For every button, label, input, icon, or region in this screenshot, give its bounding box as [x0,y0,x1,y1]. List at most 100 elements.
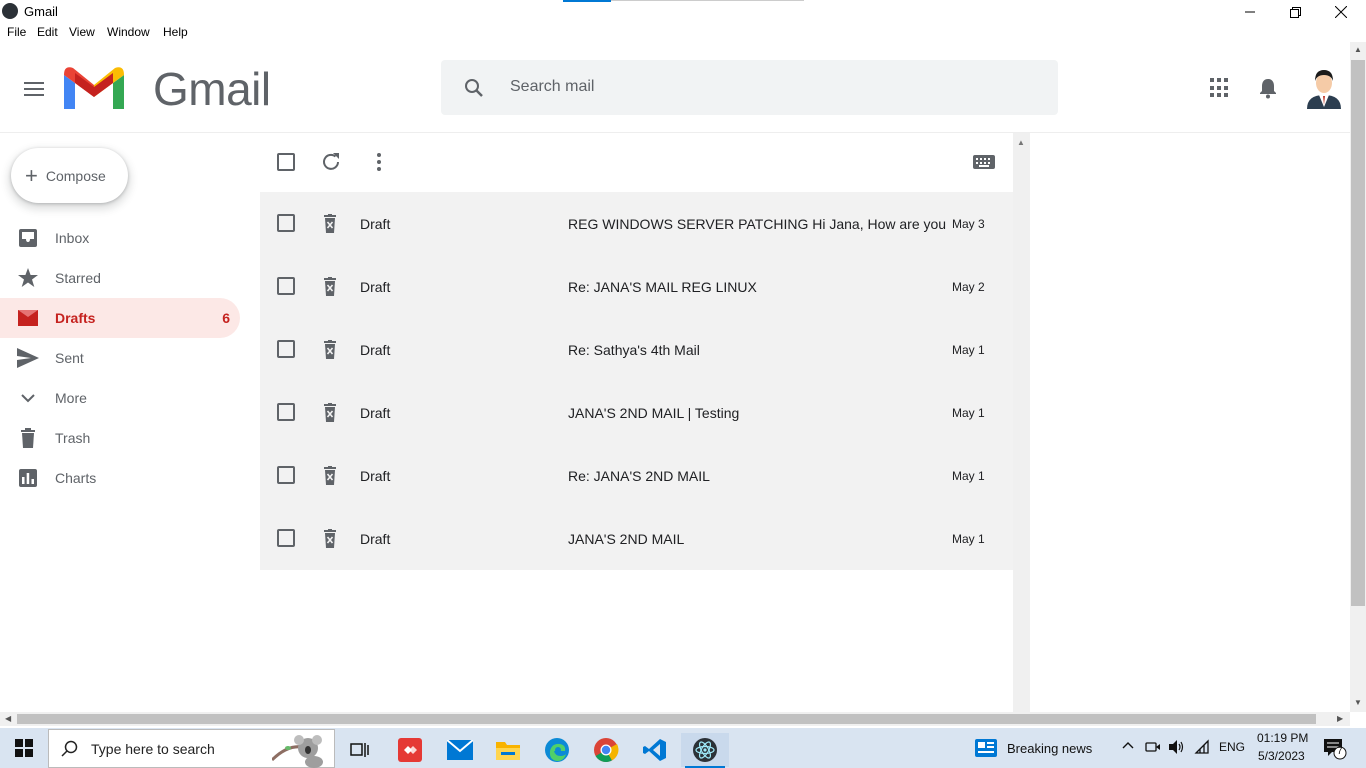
scroll-up-arrow-icon[interactable]: ▲ [1017,138,1025,147]
sidebar-item-trash[interactable]: Trash [0,418,240,458]
network-icon[interactable] [1194,739,1210,758]
chevron-down-icon [21,394,35,403]
gmail-logo-text: Gmail [153,63,271,115]
main-menu-button[interactable] [22,78,46,98]
sidebar-item-drafts[interactable]: Drafts 6 [0,298,240,338]
row-checkbox[interactable] [277,214,295,232]
volume-icon[interactable] [1168,739,1184,758]
email-subject: Re: Sathya's 4th Mail [568,342,700,358]
row-checkbox[interactable] [277,403,295,421]
discard-draft-icon[interactable] [322,214,338,233]
discard-draft-icon[interactable] [322,529,338,548]
plus-icon: + [25,162,38,188]
discard-draft-icon[interactable] [322,403,338,422]
drafts-icon [18,310,38,326]
start-button[interactable] [0,728,48,768]
electron-app-icon [2,3,18,19]
hamburger-line [24,82,44,84]
email-sender: Draft [360,342,391,358]
apps-grid-icon[interactable] [1210,78,1230,98]
email-row[interactable]: Draft JANA'S 2ND MAIL May 1 [260,507,1013,570]
scroll-up-arrow-icon[interactable]: ▲ [1354,45,1362,54]
menu-view[interactable]: View [69,25,95,39]
email-subject: REG WINDOWS SERVER PATCHING Hi Jana, How… [568,216,947,232]
discard-draft-icon[interactable] [322,277,338,296]
close-button[interactable] [1318,0,1364,24]
taskbar-app-electron-gmail[interactable] [681,733,729,768]
star-icon [18,268,38,287]
keyboard-icon[interactable] [972,153,996,171]
sidebar-item-label: Inbox [55,230,90,246]
scroll-down-arrow-icon[interactable]: ▼ [1354,698,1362,707]
scroll-right-arrow-icon[interactable]: ▶ [1337,714,1343,723]
email-row[interactable]: Draft Re: Sathya's 4th Mail May 1 [260,318,1013,381]
sidebar-item-inbox[interactable]: Inbox [0,218,240,258]
notifications-bell-icon[interactable] [1257,77,1279,99]
koala-search-highlight-icon [272,734,323,768]
news-widget[interactable]: Breaking news [975,733,1105,763]
notification-center-button[interactable]: 7 [1323,738,1347,763]
sidebar-item-starred[interactable]: Starred [0,258,240,298]
compose-button[interactable]: + Compose [11,148,128,203]
window-title: Gmail [24,4,58,19]
taskbar-app-chrome[interactable] [582,733,630,767]
minimize-button[interactable] [1227,0,1273,24]
vscode-icon [643,739,666,761]
more-options-icon[interactable] [369,151,389,173]
menu-window[interactable]: Window [107,25,150,39]
email-row[interactable]: Draft Re: JANA'S MAIL REG LINUX May 2 [260,255,1013,318]
trash-icon [21,428,35,448]
notification-count-badge: 7 [1337,746,1343,757]
email-row[interactable]: Draft REG WINDOWS SERVER PATCHING Hi Jan… [260,192,1013,255]
sidebar-item-more[interactable]: More [0,378,240,418]
clock-date[interactable]: 5/3/2023 [1258,749,1305,763]
row-checkbox[interactable] [277,529,295,547]
email-sender: Draft [360,216,391,232]
taskbar-app-edge[interactable] [533,733,581,767]
electron-app-icon [693,738,717,762]
gmail-logo-icon[interactable] [60,63,128,113]
search-icon[interactable] [463,77,485,99]
email-row[interactable]: Draft JANA'S 2ND MAIL | Testing May 1 [260,381,1013,444]
email-date: May 1 [952,343,985,357]
search-input[interactable] [500,72,1040,102]
header-divider [0,132,1350,133]
refresh-icon[interactable] [320,151,342,173]
task-view-button[interactable] [336,733,384,767]
input-language-indicator[interactable]: ENG [1219,740,1245,754]
list-scrollbar[interactable] [1013,133,1030,713]
scroll-left-arrow-icon[interactable]: ◀ [5,714,11,723]
account-avatar[interactable] [1305,67,1343,109]
taskbar-app-anydesk[interactable] [386,733,434,767]
discard-draft-icon[interactable] [322,466,338,485]
speaker-icon [1169,740,1184,754]
restore-button[interactable] [1272,0,1318,24]
camera-icon [1145,742,1160,752]
select-all-checkbox[interactable] [277,153,295,171]
email-subject: Re: JANA'S 2ND MAIL [568,468,710,484]
sidebar-item-charts[interactable]: Charts [0,458,240,498]
sidebar-item-sent[interactable]: Sent [0,338,240,378]
meet-now-icon[interactable] [1145,739,1161,758]
menu-help[interactable]: Help [163,25,188,39]
vertical-scroll-thumb[interactable] [1351,60,1365,606]
taskbar-app-mail[interactable] [436,733,484,767]
show-hidden-icons-button[interactable] [1121,738,1135,755]
taskbar-search-box[interactable]: Type here to search [48,729,335,768]
inbox-icon [19,229,37,247]
email-row[interactable]: Draft Re: JANA'S 2ND MAIL May 1 [260,444,1013,507]
horizontal-scroll-thumb[interactable] [17,714,1316,724]
email-sender: Draft [360,531,391,547]
wifi-icon [1194,739,1209,754]
row-checkbox[interactable] [277,340,295,358]
taskbar-app-vscode[interactable] [631,733,679,767]
row-checkbox[interactable] [277,466,295,484]
chart-icon [19,469,37,487]
row-checkbox[interactable] [277,277,295,295]
minimize-icon [1245,11,1255,13]
menu-edit[interactable]: Edit [37,25,58,39]
discard-draft-icon[interactable] [322,340,338,359]
clock-time[interactable]: 01:19 PM [1257,731,1308,745]
taskbar-app-file-explorer[interactable] [484,733,532,767]
menu-file[interactable]: File [7,25,26,39]
